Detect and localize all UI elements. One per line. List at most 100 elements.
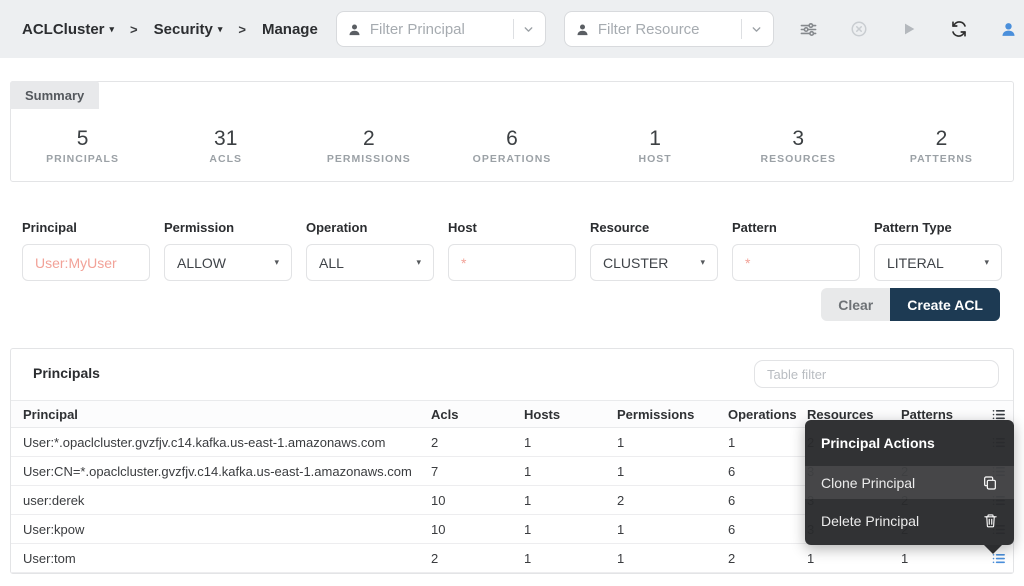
menu-item-delete-principal[interactable]: Delete Principal xyxy=(805,504,1014,537)
person-icon xyxy=(575,22,590,37)
topbar: ACLCluster ▾ > Security ▾ > Manage xyxy=(0,0,1024,58)
clear-button[interactable]: Clear xyxy=(821,288,890,321)
summary-stats: 5PRINCIPALS 31ACLS 2PERMISSIONS 6OPERATI… xyxy=(11,110,1013,181)
create-acl-button[interactable]: Create ACL xyxy=(890,288,1000,321)
stat-host: 1HOST xyxy=(584,127,727,165)
column-header-acls[interactable]: Acls xyxy=(431,407,524,422)
form-actions: Clear Create ACL xyxy=(821,288,1000,321)
stat-label: ACLS xyxy=(154,153,297,165)
field-label: Principal xyxy=(22,220,150,235)
chevron-down-icon: ▾ xyxy=(110,24,115,35)
field-permission: Permission ALLOW ▾ xyxy=(164,220,292,281)
principal-input[interactable] xyxy=(22,244,150,281)
stat-value: 2 xyxy=(870,127,1013,151)
play-icon[interactable] xyxy=(898,18,920,40)
cell-principal: User:*.opaclcluster.gvzfjv.c14.kafka.us-… xyxy=(23,435,431,450)
column-header-operations[interactable]: Operations xyxy=(728,407,807,422)
operation-select[interactable]: ALL▾ xyxy=(306,244,434,281)
stat-label: PATTERNS xyxy=(870,153,1013,165)
person-icon xyxy=(347,22,362,37)
trash-icon xyxy=(983,513,998,528)
filter-principal-input[interactable] xyxy=(370,21,505,38)
principal-actions-menu: Principal Actions Clone Principal Delete… xyxy=(805,420,1014,545)
stat-value: 2 xyxy=(297,127,440,151)
menu-title: Principal Actions xyxy=(805,420,1014,461)
user-icon[interactable] xyxy=(998,18,1020,40)
field-label: Permission xyxy=(164,220,292,235)
cell-hosts: 1 xyxy=(524,522,617,537)
tab-summary[interactable]: Summary xyxy=(10,81,99,109)
cell-operations: 6 xyxy=(728,493,807,508)
stat-label: PERMISSIONS xyxy=(297,153,440,165)
cell-acls: 7 xyxy=(431,464,524,479)
cell-permissions: 1 xyxy=(617,464,728,479)
create-acl-form: Principal Permission ALLOW ▾ Operation AL… xyxy=(22,220,1002,281)
stat-label: HOST xyxy=(584,153,727,165)
table-filter-input[interactable] xyxy=(754,360,999,388)
cell-permissions: 1 xyxy=(617,522,728,537)
breadcrumb-cluster[interactable]: ACLCluster ▾ xyxy=(22,21,114,38)
select-value: CLUSTER xyxy=(603,255,668,271)
cell-operations: 2 xyxy=(728,551,807,566)
cell-hosts: 1 xyxy=(524,493,617,508)
field-operation: Operation ALL▾ xyxy=(306,220,434,281)
field-label: Pattern Type xyxy=(874,220,1002,235)
menu-item-clone-principal[interactable]: Clone Principal xyxy=(805,466,1014,499)
field-pattern: Pattern xyxy=(732,220,860,281)
select-value: ALLOW xyxy=(177,255,226,271)
tab-summary-label: Summary xyxy=(25,88,84,103)
summary-card: Summary 5PRINCIPALS 31ACLS 2PERMISSIONS … xyxy=(10,81,1014,182)
caret-down-icon: ▾ xyxy=(984,257,989,268)
stat-label: RESOURCES xyxy=(727,153,870,165)
field-label: Resource xyxy=(590,220,718,235)
column-header-permissions[interactable]: Permissions xyxy=(617,407,728,422)
breadcrumb-separator-icon: > xyxy=(238,22,246,37)
table-row[interactable]: User:tom 2 1 1 2 1 1 xyxy=(11,544,1013,573)
cell-hosts: 1 xyxy=(524,551,617,566)
menu-item-label: Clone Principal xyxy=(821,475,915,491)
stat-operations: 6 OPERATIONS xyxy=(440,127,583,165)
stat-permissions: 2 PERMISSIONS xyxy=(297,127,440,165)
refresh-icon[interactable] xyxy=(948,18,970,40)
input-divider xyxy=(741,19,742,39)
menu-item-label: Delete Principal xyxy=(821,513,919,529)
filter-resource-input[interactable] xyxy=(598,21,733,38)
resource-select[interactable]: CLUSTER ▾ xyxy=(590,244,718,281)
breadcrumb-manage[interactable]: Manage xyxy=(262,21,318,38)
field-label: Host xyxy=(448,220,576,235)
stat-value: 3 xyxy=(727,127,870,151)
field-principal: Principal xyxy=(22,220,150,281)
breadcrumb-security[interactable]: Security ▾ xyxy=(154,21,223,38)
cell-permissions: 1 xyxy=(617,435,728,450)
cell-principal: User:CN=*.opaclcluster.gvzfjv.c14.kafka.… xyxy=(23,464,431,479)
column-header-principal[interactable]: Principal xyxy=(23,407,431,422)
cell-principal: user:derek xyxy=(23,493,431,508)
stat-resources: 3 RESOURCES xyxy=(727,127,870,165)
copy-icon xyxy=(982,475,998,491)
caret-down-icon: ▾ xyxy=(274,257,279,268)
stat-label: OPERATIONS xyxy=(440,153,583,165)
chevron-down-icon[interactable] xyxy=(750,23,763,36)
cell-patterns: 1 xyxy=(901,551,991,566)
chevron-down-icon[interactable] xyxy=(522,23,535,36)
cell-permissions: 1 xyxy=(617,551,728,566)
stat-acls: 31ACLS xyxy=(154,127,297,165)
filter-principal-combobox[interactable] xyxy=(336,11,546,47)
cell-operations: 1 xyxy=(728,435,807,450)
caret-down-icon: ▾ xyxy=(700,257,705,268)
cell-resources: 1 xyxy=(807,551,901,566)
select-value: ALL xyxy=(319,255,344,271)
permission-select[interactable]: ALLOW ▾ xyxy=(164,244,292,281)
select-value: LITERAL xyxy=(887,255,944,271)
table-title: Principals xyxy=(33,365,100,381)
pattern-input[interactable] xyxy=(732,244,860,281)
pattern-type-select[interactable]: LITERAL ▾ xyxy=(874,244,1002,281)
column-header-hosts[interactable]: Hosts xyxy=(524,407,617,422)
clear-circle-icon[interactable] xyxy=(848,18,870,40)
filter-resource-combobox[interactable] xyxy=(564,11,774,47)
host-input[interactable] xyxy=(448,244,576,281)
cell-principal: User:tom xyxy=(23,551,431,566)
stat-value: 6 xyxy=(440,127,583,151)
field-resource: Resource CLUSTER ▾ xyxy=(590,220,718,281)
sliders-icon[interactable] xyxy=(798,18,820,40)
